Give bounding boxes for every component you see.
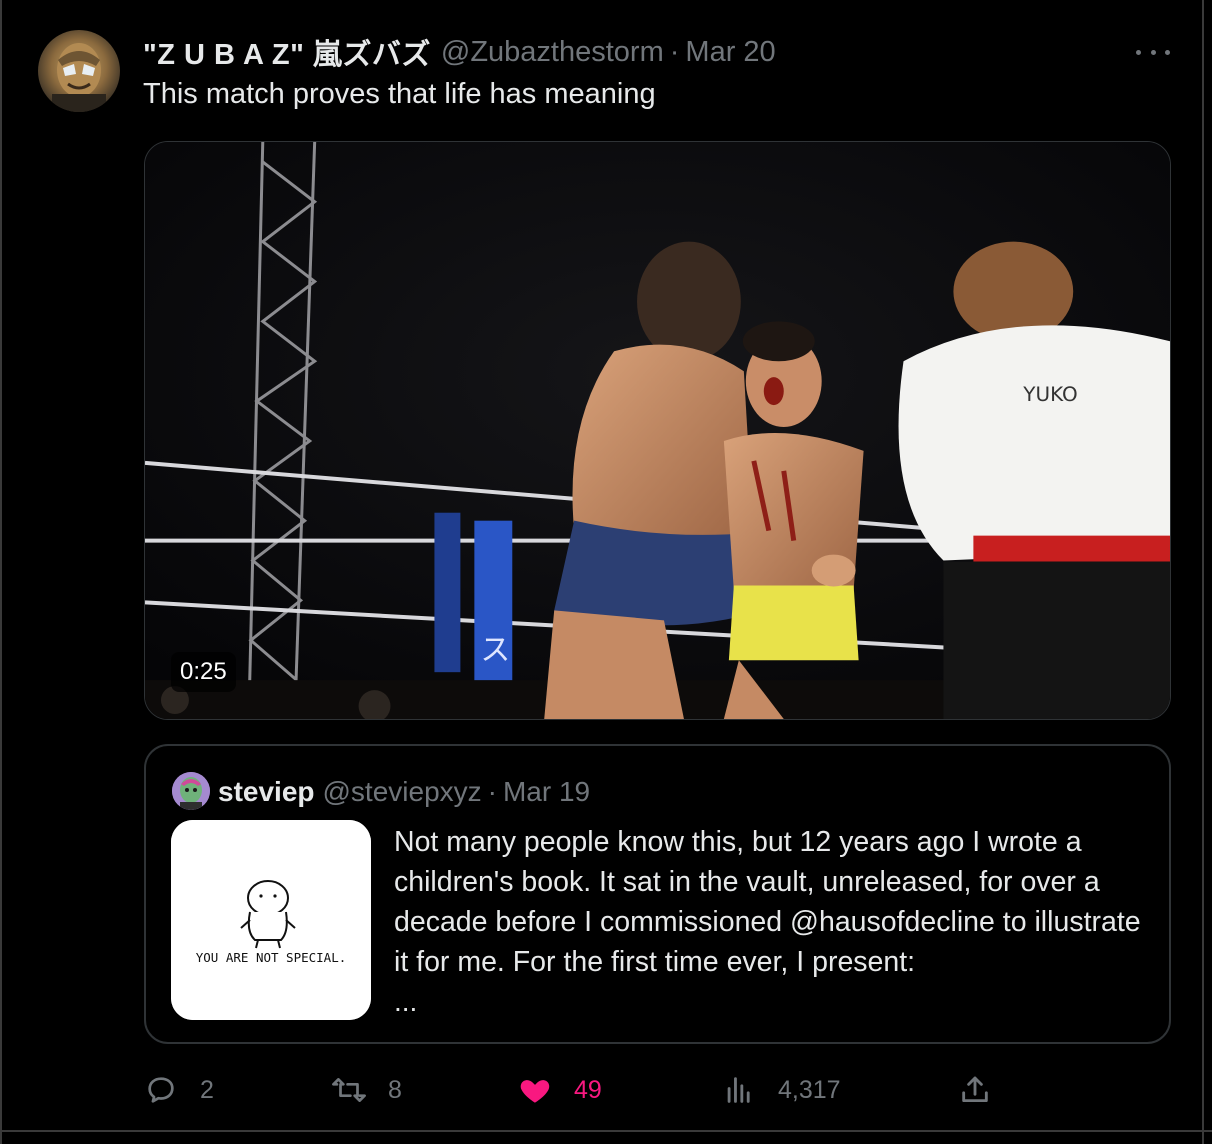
tweet-header: "Z U B A Z" 嵐ズバズ @Zubazthestorm · Mar 20 — [143, 31, 776, 73]
video-frame-image: ス YUKO — [145, 142, 1170, 719]
heart-icon — [518, 1073, 552, 1107]
tweet-actions-bar: 2 8 49 4,317 — [144, 1066, 1014, 1114]
share-button[interactable] — [958, 1066, 992, 1114]
tweet-timestamp[interactable]: Mar 20 — [685, 36, 775, 69]
quoted-tweet-thumbnail[interactable]: YOU ARE NOT SPECIAL. — [171, 820, 371, 1020]
view-count: 4,317 — [778, 1075, 841, 1104]
retweet-count: 8 — [388, 1075, 402, 1104]
video-player[interactable]: ス YUKO 0:25 — [144, 141, 1171, 720]
ref-shirt-logo: YUKO — [1022, 382, 1077, 406]
reply-icon — [144, 1073, 178, 1107]
tweet-text: This match proves that life has meaning — [143, 78, 656, 110]
like-count: 49 — [574, 1075, 602, 1104]
video-duration-badge: 0:25 — [171, 652, 236, 692]
views-chart-icon — [722, 1073, 756, 1107]
frame-right-border — [1202, 0, 1204, 1144]
tweet-container[interactable]: "Z U B A Z" 嵐ズバズ @Zubazthestorm · Mar 20… — [0, 0, 1212, 1144]
share-icon — [958, 1073, 992, 1107]
frame-left-border — [0, 0, 2, 1144]
reply-count: 2 — [200, 1075, 214, 1104]
more-options-icon[interactable] — [1136, 40, 1170, 64]
quoted-tweet-card[interactable]: steviep @steviepxyz · Mar 19 YOU ARE NOT… — [144, 744, 1171, 1044]
quoted-tweet-text: Not many people know this, but 12 years … — [394, 826, 1141, 978]
author-display-name[interactable]: "Z U B A Z" 嵐ズバズ — [143, 31, 431, 73]
views-button[interactable]: 4,317 — [722, 1066, 841, 1114]
quoted-tweet-ellipsis: ... — [394, 986, 418, 1017]
frame-bottom-border — [0, 1130, 1212, 1132]
retweet-button[interactable]: 8 — [332, 1066, 402, 1114]
thumbnail-caption: YOU ARE NOT SPECIAL. — [196, 950, 347, 965]
quoted-tweet-timestamp[interactable]: Mar 19 — [503, 776, 590, 808]
reply-button[interactable]: 2 — [144, 1066, 214, 1114]
separator-dot: · — [669, 35, 680, 68]
quoted-tweet-header: steviep @steviepxyz · Mar 19 — [218, 774, 590, 810]
quoted-author-avatar[interactable] — [172, 772, 210, 810]
author-avatar[interactable] — [38, 30, 120, 112]
author-handle[interactable]: @Zubazthestorm — [441, 36, 664, 69]
quoted-author-display-name[interactable]: steviep — [218, 776, 315, 808]
svg-text:ス: ス — [480, 633, 510, 668]
like-button[interactable]: 49 — [518, 1066, 602, 1114]
retweet-icon — [332, 1073, 366, 1107]
quoted-separator-dot: · — [487, 776, 497, 807]
quoted-author-handle[interactable]: @steviepxyz — [323, 776, 482, 808]
